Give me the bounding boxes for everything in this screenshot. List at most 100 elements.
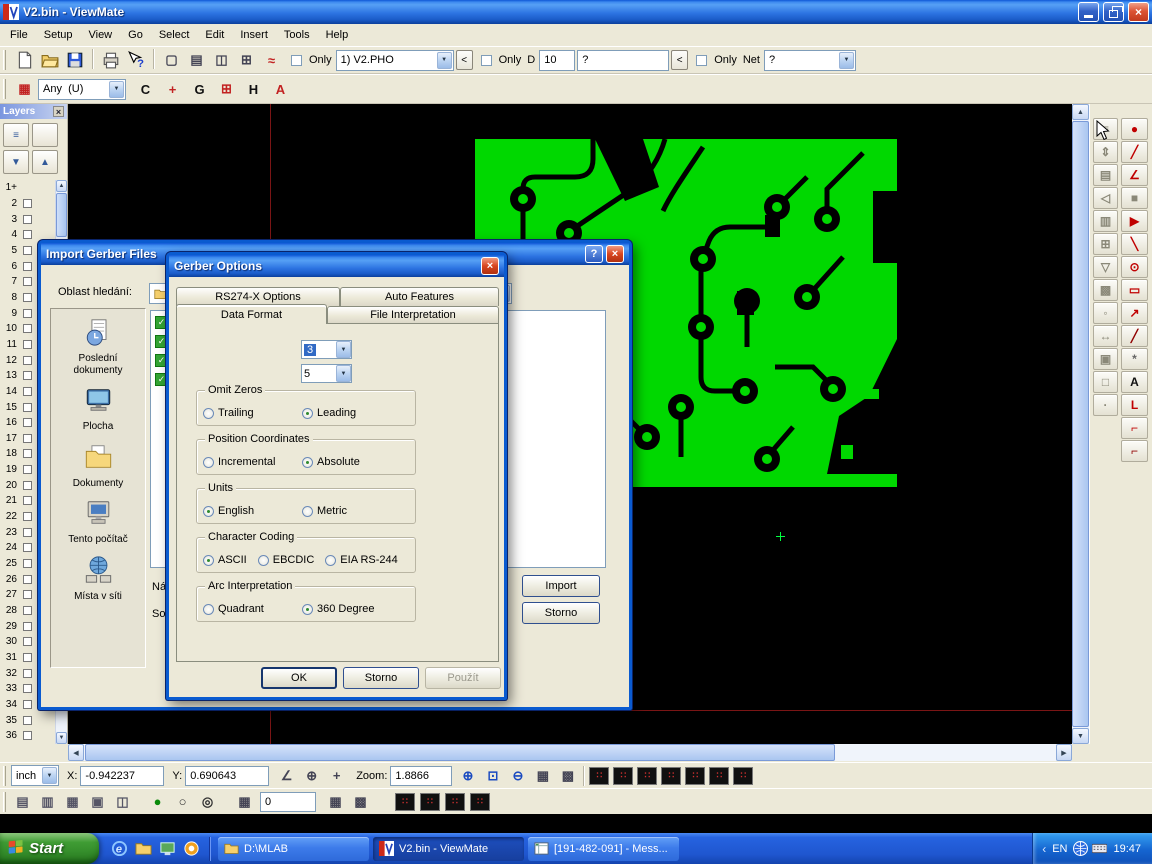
close-button[interactable]: ×: [606, 245, 624, 263]
place-network[interactable]: Místa v síti: [55, 555, 141, 603]
layer-table-icon[interactable]: ▤: [1093, 164, 1118, 186]
layer-row-3[interactable]: 3: [0, 211, 55, 227]
menu-tools[interactable]: Tools: [276, 26, 318, 44]
prev-dcode-button[interactable]: <: [671, 50, 688, 70]
radio-english[interactable]: English: [203, 505, 291, 517]
zoom-field[interactable]: 1.8866: [390, 766, 452, 786]
restore-button[interactable]: [1103, 2, 1124, 22]
layer-active-icon[interactable]: ▣: [86, 790, 109, 813]
layer-color-chip[interactable]: [23, 512, 32, 521]
layer-color-chip[interactable]: [23, 324, 32, 333]
scroll-down-icon[interactable]: ▼: [56, 732, 67, 744]
layer-color-chip[interactable]: [23, 653, 32, 662]
layer-color-chip[interactable]: [23, 543, 32, 552]
grid-dots-icon[interactable]: ▩: [556, 764, 579, 787]
storno-button[interactable]: Storno: [522, 602, 600, 624]
grid-display-icon[interactable]: ▦: [531, 764, 554, 787]
layer-color-chip[interactable]: [23, 716, 32, 725]
layer-color-chip[interactable]: [23, 418, 32, 427]
layer-color-chip[interactable]: [23, 434, 32, 443]
minimize-button[interactable]: [1078, 2, 1099, 22]
language-bar-icon[interactable]: [1073, 841, 1088, 856]
radio-ebcdic[interactable]: EBCDIC: [258, 554, 315, 566]
tab-auto-features[interactable]: Auto Features: [340, 287, 499, 306]
start-button[interactable]: Start: [0, 833, 99, 864]
scrollbar-thumb[interactable]: [1072, 121, 1089, 727]
layer-color-chip[interactable]: [23, 356, 32, 365]
draw-vector-tool-icon[interactable]: ↗: [1121, 302, 1148, 324]
layer-stack-icon[interactable]: ▤: [11, 790, 34, 813]
ok-button[interactable]: OK: [261, 667, 337, 689]
radio-quadrant[interactable]: Quadrant: [203, 603, 291, 615]
layer-color-chip[interactable]: [23, 669, 32, 678]
layer-all-icon[interactable]: ▦: [61, 790, 84, 813]
chevron-down-icon[interactable]: ▼: [336, 341, 351, 358]
only-net-checkbox[interactable]: [696, 55, 707, 66]
layer-color-chip[interactable]: [23, 246, 32, 255]
file-combo[interactable]: 1) V2.PHO▼: [336, 50, 454, 71]
chevron-down-icon[interactable]: ▼: [839, 52, 854, 69]
zoom-window-icon[interactable]: ⊡: [481, 764, 504, 787]
layer-row-36[interactable]: 36: [0, 728, 55, 744]
place-recent-documents[interactable]: Poslední dokumenty: [55, 317, 141, 376]
flip-vertical-icon[interactable]: ▽: [1093, 256, 1118, 278]
desktop-quicklaunch-icon[interactable]: [157, 839, 177, 859]
distance-icon[interactable]: ∠: [275, 764, 298, 787]
pattern-toggle-2-icon[interactable]: ∷: [420, 793, 440, 811]
y-coordinate-field[interactable]: 0.690643: [185, 766, 269, 786]
radio-ascii[interactable]: ASCII: [203, 554, 247, 566]
draw-l-track-tool-icon[interactable]: L: [1121, 394, 1148, 416]
pan-vertical-icon[interactable]: ⇕: [1093, 141, 1118, 163]
chevron-down-icon[interactable]: ▼: [109, 81, 124, 98]
place-documents[interactable]: Dokumenty: [55, 442, 141, 490]
prev-file-button[interactable]: <: [456, 50, 473, 70]
draw-corner-tool-icon[interactable]: ⌐: [1121, 417, 1148, 439]
scroll-down-icon[interactable]: ▼: [1072, 728, 1089, 744]
scroll-up-icon[interactable]: ▲: [56, 180, 67, 192]
ie-quicklaunch-icon[interactable]: e: [109, 839, 129, 859]
layer-color-chip[interactable]: [23, 309, 32, 318]
mirror-icon[interactable]: ▥: [1093, 210, 1118, 232]
chevron-down-icon[interactable]: ▼: [336, 365, 351, 382]
dialog-titlebar[interactable]: Gerber Options ×: [169, 255, 504, 277]
snap-point-icon[interactable]: ◦: [1093, 302, 1118, 324]
highlight-net-icon[interactable]: H: [242, 78, 265, 101]
annotate-icon[interactable]: A: [269, 78, 292, 101]
layer-up-icon[interactable]: ▲: [32, 150, 58, 174]
grid-mode-icon[interactable]: ⊞: [1093, 233, 1118, 255]
pattern-toggle-3-icon[interactable]: ∷: [445, 793, 465, 811]
dcode-list-icon[interactable]: ▤: [185, 49, 208, 72]
scrollbar-thumb[interactable]: [85, 744, 835, 761]
grid-major-icon[interactable]: ▦: [324, 790, 347, 813]
scroll-left-icon[interactable]: ◀: [68, 744, 84, 761]
layer-color-chip[interactable]: [23, 371, 32, 380]
scrollbar-thumb[interactable]: [56, 193, 67, 237]
storno-button[interactable]: Storno: [343, 667, 419, 689]
language-indicator[interactable]: EN: [1052, 843, 1067, 855]
new-file-icon[interactable]: [13, 49, 36, 72]
menu-view[interactable]: View: [80, 26, 120, 44]
pad-ring-icon[interactable]: ◎: [196, 790, 219, 813]
apply-button[interactable]: Použít: [425, 667, 501, 689]
display-toggle-4-icon[interactable]: ∷: [661, 767, 681, 785]
layer-color-chip[interactable]: [23, 684, 32, 693]
swap-icon[interactable]: ▣: [1093, 348, 1118, 370]
layer-color-chip[interactable]: [23, 387, 32, 396]
grid-snap-icon[interactable]: ⊞: [235, 49, 258, 72]
layer-color-chip[interactable]: [23, 215, 32, 224]
draw-rectangle-tool-icon[interactable]: ■: [1121, 187, 1148, 209]
context-help-icon[interactable]: ?: [124, 49, 147, 72]
circle-outline-icon[interactable]: ○: [171, 790, 194, 813]
close-button[interactable]: ×: [481, 257, 499, 275]
layer-color-chip[interactable]: [23, 731, 32, 740]
rotate-left-icon[interactable]: ◁: [1093, 187, 1118, 209]
snap-icon[interactable]: +: [325, 764, 348, 787]
layer-color-chip[interactable]: [23, 496, 32, 505]
viewmate-app-icon[interactable]: [3, 4, 19, 20]
net-combo[interactable]: ?▼: [764, 50, 856, 71]
layer-color-chip[interactable]: [23, 700, 32, 709]
display-toggle-5-icon[interactable]: ∷: [685, 767, 705, 785]
task-message[interactable]: [191-482-091] - Mess...: [528, 837, 679, 861]
layer-blank-icon[interactable]: [32, 123, 58, 147]
layer-pair-icon[interactable]: ▥: [36, 790, 59, 813]
